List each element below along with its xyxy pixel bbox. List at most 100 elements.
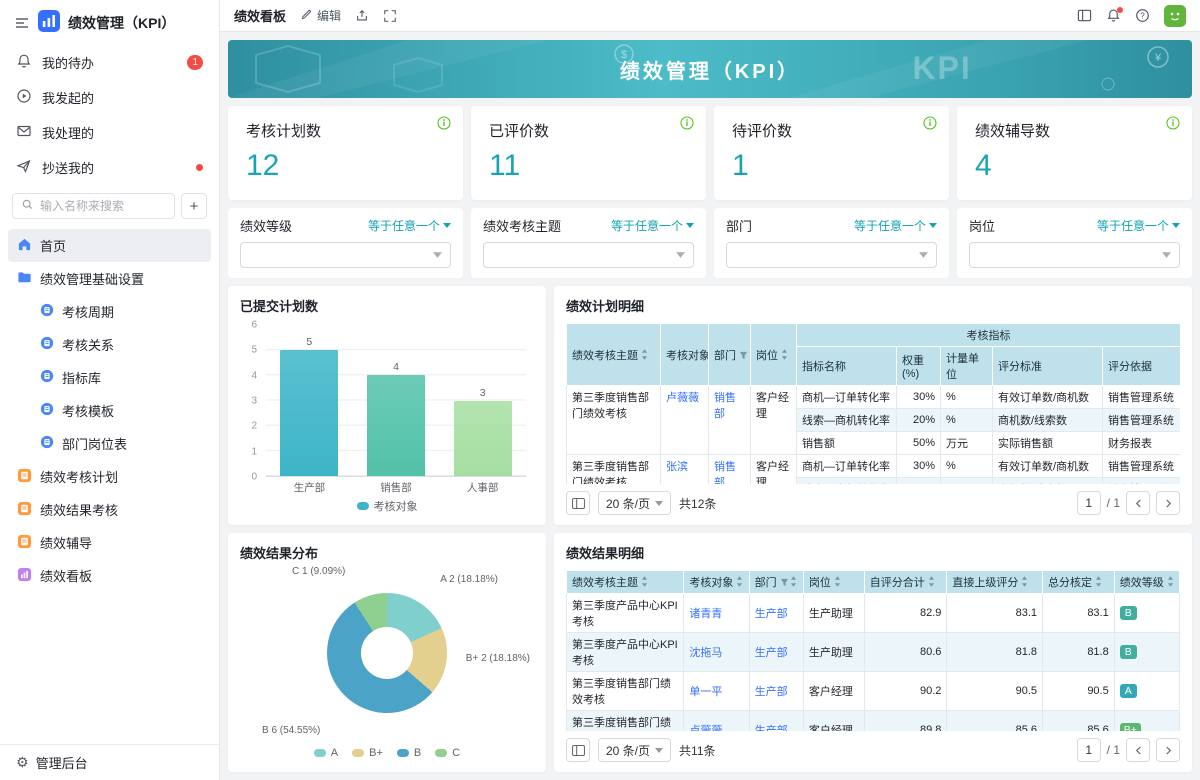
add-button[interactable]: + xyxy=(181,193,207,219)
info-icon[interactable] xyxy=(923,116,937,133)
sidebar-item-my-todo[interactable]: 我的待办 1 xyxy=(0,45,219,80)
bar[interactable] xyxy=(367,375,425,476)
legend-item[interactable]: B xyxy=(397,747,421,759)
collapse-sidebar-icon[interactable] xyxy=(14,15,30,31)
filter-operator[interactable]: 等于任意一个 xyxy=(854,217,937,234)
columns-icon[interactable] xyxy=(566,738,590,762)
sidebar-item-cc-to-me[interactable]: 抄送我的 xyxy=(0,150,219,185)
column-header[interactable]: 绩效等级 xyxy=(1114,571,1179,594)
column-header[interactable]: 考核对象 xyxy=(661,324,709,386)
user-avatar[interactable] xyxy=(1164,5,1186,27)
table-link[interactable]: 卢薇薇 xyxy=(684,711,749,732)
info-icon[interactable] xyxy=(680,116,694,133)
filter-select[interactable] xyxy=(483,242,694,268)
sidebar-item-assessment-cycle[interactable]: 考核周期 xyxy=(8,295,211,328)
filter-select[interactable] xyxy=(969,242,1180,268)
column-header[interactable]: 岗位 xyxy=(803,571,864,594)
table-link[interactable]: 生产部 xyxy=(749,711,803,732)
layout-panel-icon[interactable] xyxy=(1077,8,1092,23)
column-header[interactable]: 考核对象 xyxy=(684,571,749,594)
info-icon[interactable] xyxy=(437,116,451,133)
filter-icon[interactable] xyxy=(739,351,748,360)
legend-item[interactable]: A xyxy=(314,747,338,759)
sidebar-item-home[interactable]: 首页 xyxy=(8,229,211,262)
filter-operator[interactable]: 等于任意一个 xyxy=(1097,217,1180,234)
sort-icon[interactable] xyxy=(641,349,648,360)
sidebar-item-assessment-plan[interactable]: 绩效考核计划 xyxy=(8,460,211,493)
sort-icon[interactable] xyxy=(834,576,841,587)
page-size-select[interactable]: 20 条/页 xyxy=(598,738,671,762)
table-link[interactable]: 生产部 xyxy=(749,594,803,633)
sort-icon[interactable] xyxy=(781,349,788,360)
column-header[interactable]: 部门 xyxy=(749,571,803,594)
column-header[interactable]: 部门 xyxy=(709,324,751,386)
sidebar-item-coaching[interactable]: 绩效辅导 xyxy=(8,526,211,559)
table-link[interactable]: 张滨 xyxy=(661,455,709,485)
filter-icon[interactable] xyxy=(780,578,789,587)
column-header[interactable]: 绩效考核主题 xyxy=(567,324,661,386)
sidebar-item-initiated-by-me[interactable]: 我发起的 xyxy=(0,80,219,115)
table-link[interactable]: 单一平 xyxy=(684,672,749,711)
table-link[interactable]: 生产部 xyxy=(749,672,803,711)
sidebar-item-result-assessment[interactable]: 绩效结果考核 xyxy=(8,493,211,526)
sort-icon[interactable] xyxy=(928,576,935,587)
share-icon[interactable] xyxy=(355,9,369,23)
fullscreen-icon[interactable] xyxy=(383,9,397,23)
next-page-button[interactable] xyxy=(1156,738,1180,762)
sidebar-item-indicator-library[interactable]: 指标库 xyxy=(8,361,211,394)
prev-page-button[interactable] xyxy=(1126,491,1150,515)
prev-page-button[interactable] xyxy=(1126,738,1150,762)
sidebar-item-kpi-dashboard[interactable]: 绩效看板 xyxy=(8,559,211,592)
filter-select[interactable] xyxy=(240,242,451,268)
current-page[interactable]: 1 xyxy=(1077,738,1101,762)
legend-item[interactable]: B+ xyxy=(352,747,383,759)
page-size-select[interactable]: 20 条/页 xyxy=(598,491,671,515)
help-icon[interactable]: ? xyxy=(1135,8,1150,23)
table-link[interactable]: 诸青青 xyxy=(684,594,749,633)
filter-select[interactable] xyxy=(726,242,937,268)
filter-operator[interactable]: 等于任意一个 xyxy=(611,217,694,234)
table-link[interactable]: 生产部 xyxy=(749,633,803,672)
column-header[interactable]: 自评分合计 xyxy=(864,571,947,594)
current-page[interactable]: 1 xyxy=(1077,491,1101,515)
sort-icon[interactable] xyxy=(1167,576,1174,587)
notification-bell-icon[interactable] xyxy=(1106,8,1121,23)
column-header[interactable]: 直接上级评分 xyxy=(947,571,1043,594)
column-header[interactable]: 岗位 xyxy=(751,324,797,386)
table-link[interactable]: 沈拖马 xyxy=(684,633,749,672)
table-link[interactable]: 销售部 xyxy=(709,386,751,455)
info-icon[interactable] xyxy=(1166,116,1180,133)
column-header[interactable]: 权重(%) xyxy=(897,347,941,386)
columns-icon[interactable] xyxy=(566,491,590,515)
search-input[interactable] xyxy=(40,199,166,213)
legend-item[interactable]: 考核对象 xyxy=(357,498,418,514)
column-header[interactable]: 计量单位 xyxy=(941,347,993,386)
sidebar-item-handled-by-me[interactable]: 我处理的 xyxy=(0,115,219,150)
sidebar-item-admin-console[interactable]: ⚙ 管理后台 xyxy=(0,744,219,780)
sidebar-item-assessment-template[interactable]: 考核模板 xyxy=(8,394,211,427)
sidebar-item-dept-post-table[interactable]: 部门岗位表 xyxy=(8,427,211,460)
tab-kpi-dashboard[interactable]: 绩效看板 xyxy=(234,6,286,25)
filter-operator[interactable]: 等于任意一个 xyxy=(368,217,451,234)
column-header[interactable]: 绩效考核主题 xyxy=(567,571,684,594)
sort-icon[interactable] xyxy=(1095,576,1102,587)
next-page-button[interactable] xyxy=(1156,491,1180,515)
column-header[interactable]: 评分标准 xyxy=(993,347,1103,386)
sort-icon[interactable] xyxy=(736,576,743,587)
edit-button[interactable]: 编辑 xyxy=(300,7,341,24)
table-link[interactable]: 卢薇薇 xyxy=(661,386,709,455)
sort-icon[interactable] xyxy=(641,576,648,587)
sort-icon[interactable] xyxy=(1021,576,1028,587)
column-header[interactable]: 总分核定 xyxy=(1043,571,1115,594)
bar[interactable] xyxy=(454,401,512,477)
column-header[interactable]: 评分依据 xyxy=(1103,347,1181,386)
sidebar-item-settings-group[interactable]: 绩效管理基础设置 xyxy=(8,262,211,295)
legend-item[interactable]: C xyxy=(435,747,460,759)
table-link[interactable]: 销售部 xyxy=(709,455,751,485)
bar[interactable] xyxy=(280,350,338,476)
column-header[interactable]: 指标名称 xyxy=(797,347,897,386)
sidebar-item-assessment-relation[interactable]: 考核关系 xyxy=(8,328,211,361)
search-input-box[interactable] xyxy=(12,193,175,219)
sort-icon[interactable] xyxy=(790,576,797,587)
donut-chart[interactable] xyxy=(327,593,447,713)
